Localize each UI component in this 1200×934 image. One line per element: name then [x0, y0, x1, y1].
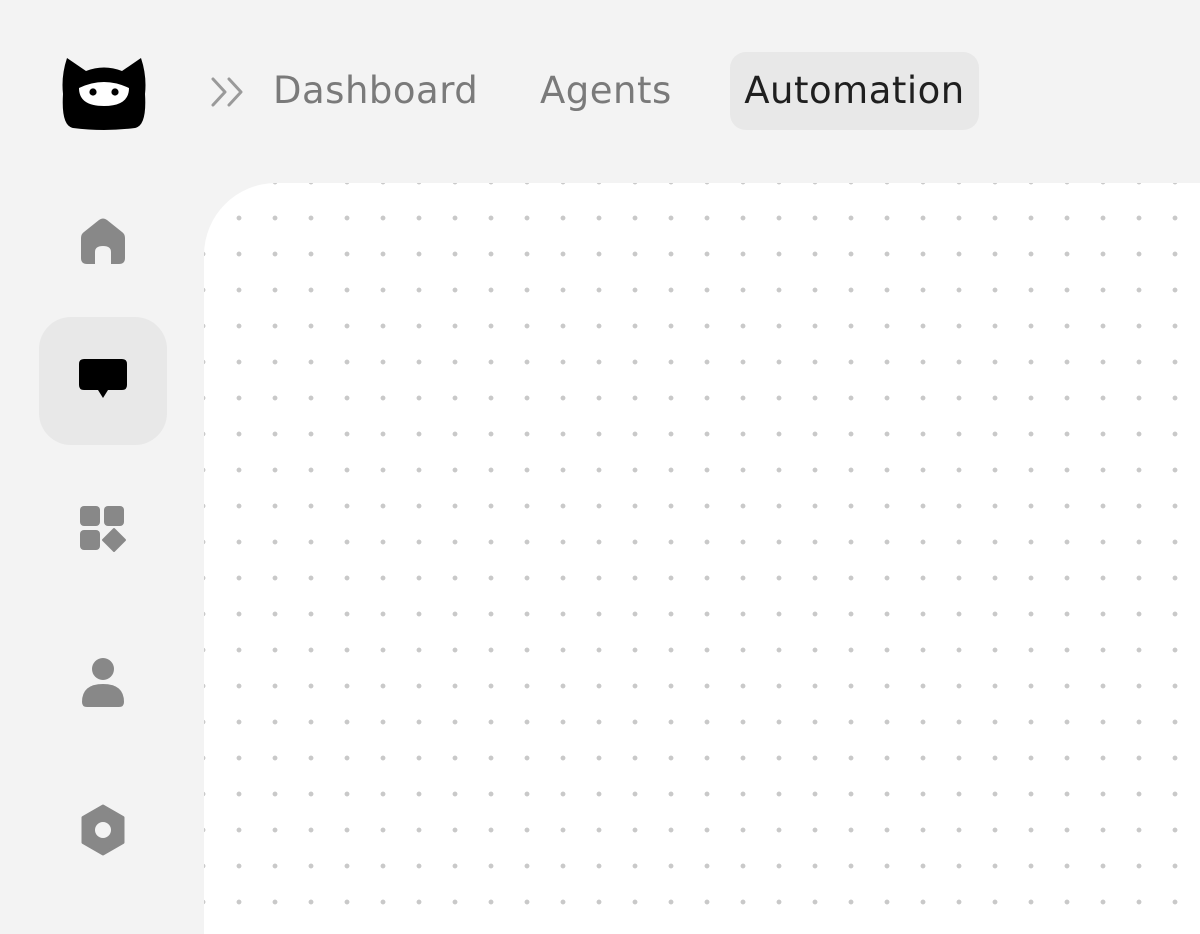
- automation-canvas[interactable]: [204, 183, 1200, 934]
- sidebar-item-apps[interactable]: [39, 467, 167, 595]
- tab-agents[interactable]: Agents: [540, 52, 672, 130]
- sidebar: [0, 180, 204, 934]
- sidebar-item-home[interactable]: [39, 180, 167, 308]
- chat-bubble-icon: [77, 353, 129, 409]
- apps-grid-icon: [79, 505, 127, 557]
- tab-dashboard[interactable]: Dashboard: [273, 52, 478, 130]
- chevrons-right-icon[interactable]: [207, 75, 249, 109]
- sidebar-item-settings[interactable]: [39, 768, 167, 896]
- sidebar-item-profile[interactable]: [39, 620, 167, 748]
- tab-automation[interactable]: Automation: [730, 52, 979, 130]
- top-navigation: Dashboard Agents Automation: [0, 52, 1200, 130]
- settings-hex-icon: [79, 804, 127, 860]
- home-icon: [77, 216, 129, 272]
- sidebar-item-chat[interactable]: [39, 317, 167, 445]
- user-icon: [80, 656, 126, 712]
